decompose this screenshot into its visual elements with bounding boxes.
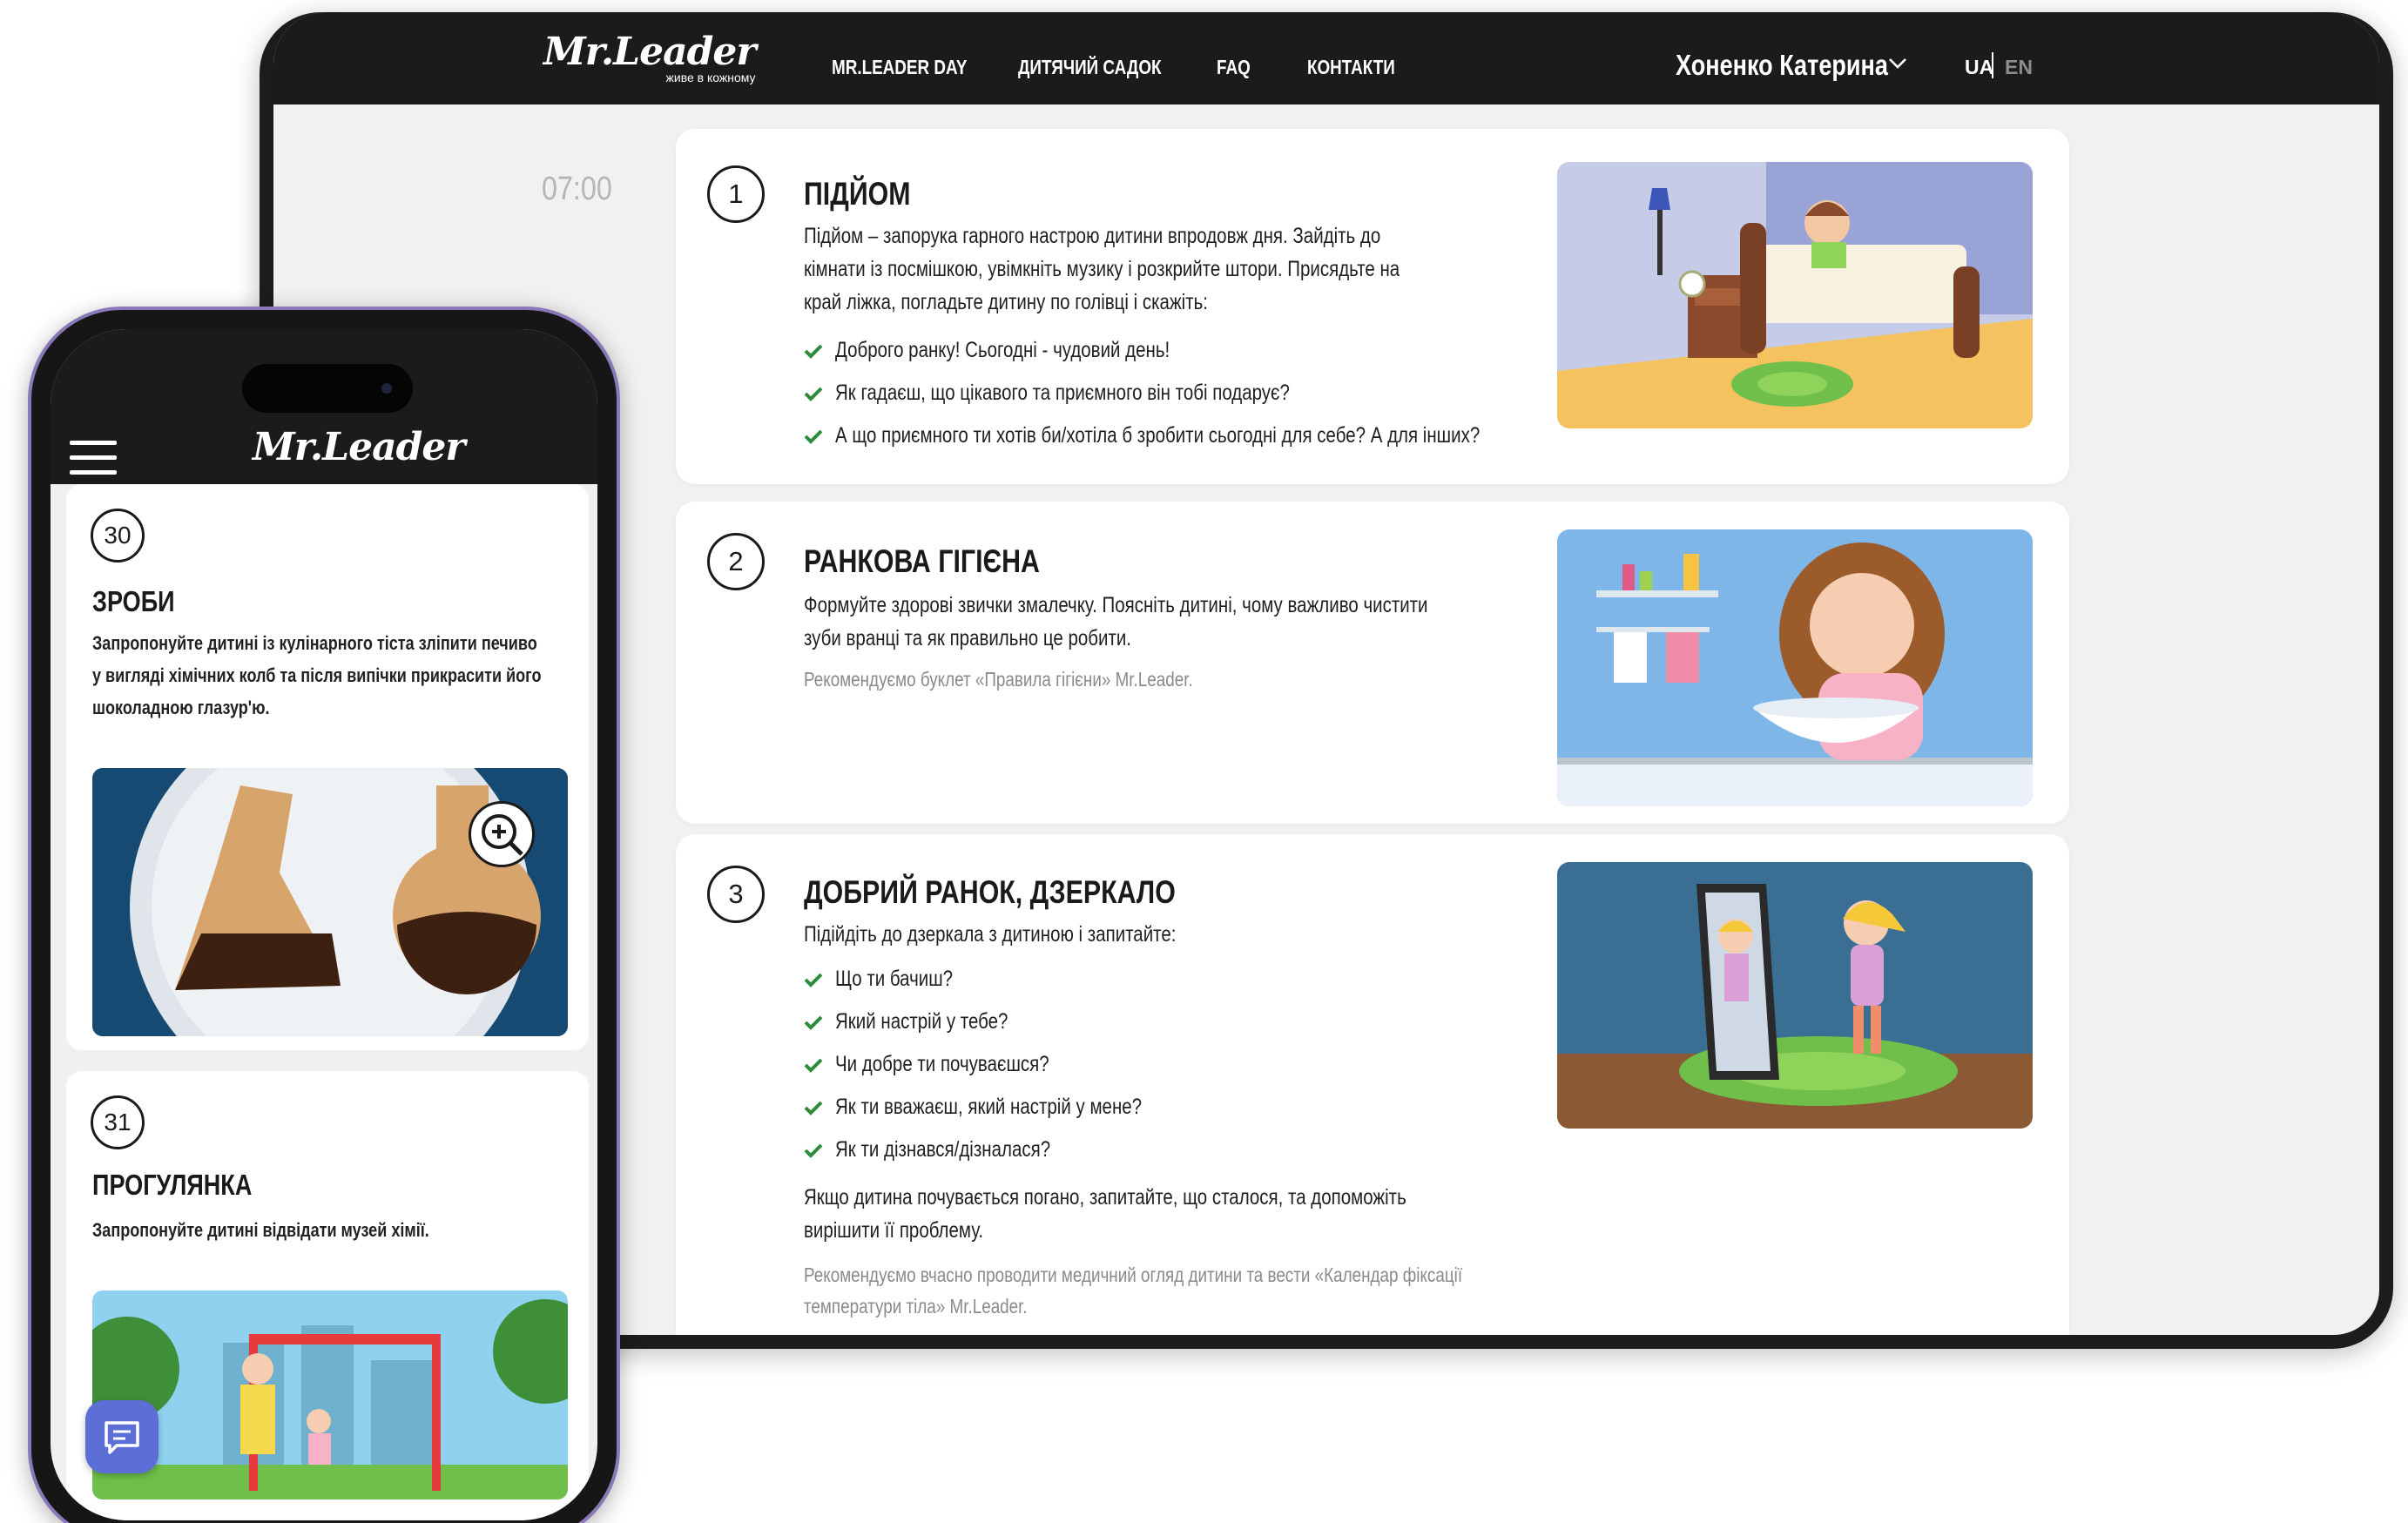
- check-icon: [804, 1058, 823, 1073]
- mirror-illustration: [1557, 862, 2033, 1129]
- schedule-time: 07:00: [542, 171, 612, 207]
- step-number: 30: [91, 509, 145, 563]
- checklist: Що ти бачиш? Який настрій у тебе? Чи доб…: [804, 958, 1209, 1171]
- logo-text: Mr.Leader: [253, 425, 466, 469]
- nav-mr-leader-day[interactable]: MR.LEADER DAY: [832, 56, 967, 79]
- card-text: Запропонуйте дитині із кулінарного тіста…: [92, 632, 542, 718]
- recommendation-text: Рекомендуємо вчасно проводити медичний о…: [804, 1264, 1463, 1317]
- logo[interactable]: Mr.Leader живе в кожному: [543, 30, 757, 84]
- activity-card: 3 ДОБРИЙ РАНОК, ДЗЕРКАЛО Підійдіть до дз…: [676, 834, 2069, 1335]
- step-number: 31: [91, 1095, 145, 1149]
- list-item: Чи добре ти почуваєшся?: [804, 1043, 1209, 1086]
- card-title: ПРОГУЛЯНКА: [92, 1169, 253, 1201]
- list-item: А що приємного ти хотів би/хотіла б зроб…: [804, 414, 1622, 457]
- dynamic-island: [242, 364, 413, 413]
- card-text: Запропонуйте дитині відвідати музей хімі…: [92, 1219, 429, 1241]
- list-item: Що ти бачиш?: [804, 958, 1209, 1001]
- menu-icon[interactable]: [70, 441, 117, 485]
- check-icon: [804, 387, 823, 401]
- nav-kindergarten[interactable]: ДИТЯЧИЙ САДОК: [1018, 56, 1162, 79]
- activity-card: 2 РАНКОВА ГІГІЄНА Формуйте здорові звичк…: [676, 502, 2069, 824]
- card-text: Формуйте здорові звички змалечку. Поясні…: [804, 593, 1428, 650]
- card-title: РАНКОВА ГІГІЄНА: [804, 543, 1040, 579]
- chat-icon[interactable]: [85, 1400, 159, 1473]
- list-item: Доброго ранку! Сьогодні - чудовий день!: [804, 329, 1622, 372]
- list-item: Який настрій у тебе?: [804, 1001, 1209, 1043]
- card-text: Підйом – запорука гарного настрою дитини…: [804, 224, 1400, 314]
- activity-card: 30 ЗРОБИ Запропонуйте дитині із кулінарн…: [66, 484, 589, 1050]
- lang-divider: [1992, 52, 1993, 78]
- user-menu[interactable]: Хоненко Катерина: [1676, 49, 1888, 82]
- phone-device: Mr.Leader 30 ЗРОБИ Запропонуйте дитині і…: [28, 307, 620, 1523]
- nav-contacts[interactable]: КОНТАКТИ: [1307, 56, 1395, 79]
- lang-en[interactable]: EN: [2005, 56, 2033, 79]
- list-item: Як ти дізнався/дізналася?: [804, 1129, 1209, 1171]
- list-item: Як ти вважаєш, який настрій у мене?: [804, 1086, 1209, 1129]
- check-icon: [804, 1101, 823, 1115]
- site-header: Mr.Leader живе в кожному MR.LEADER DAY Д…: [273, 12, 2379, 104]
- chevron-down-icon[interactable]: [1887, 52, 1908, 73]
- camera-icon: [381, 383, 392, 394]
- step-number: 1: [707, 165, 765, 223]
- hygiene-illustration: [1557, 529, 2033, 806]
- card-title: ДОБРИЙ РАНОК, ДЗЕРКАЛО: [804, 874, 1176, 910]
- activity-card: 1 ПІДЙОМ Підйом – запорука гарного настр…: [676, 129, 2069, 484]
- card-text: Підійдіть до дзеркала з дитиною і запита…: [804, 922, 1177, 947]
- card-title: ЗРОБИ: [92, 585, 175, 617]
- zoom-in-icon[interactable]: [469, 801, 535, 867]
- card-title: ПІДЙОМ: [804, 176, 911, 212]
- check-icon: [804, 1143, 823, 1158]
- phone-screen: Mr.Leader 30 ЗРОБИ Запропонуйте дитині і…: [51, 329, 597, 1520]
- step-number: 2: [707, 533, 765, 590]
- check-icon: [804, 429, 823, 444]
- step-number: 3: [707, 866, 765, 923]
- checklist: Доброго ранку! Сьогодні - чудовий день! …: [804, 329, 1622, 457]
- mobile-header: Mr.Leader: [51, 329, 597, 484]
- playground-illustration: [92, 1291, 568, 1499]
- list-item: Як гадаєш, що цікавого та приємного він …: [804, 372, 1622, 414]
- check-icon: [804, 1015, 823, 1030]
- mobile-logo[interactable]: Mr.Leader: [253, 425, 466, 469]
- card-text: Якщо дитина почувається погано, запитайт…: [804, 1185, 1406, 1243]
- check-icon: [804, 973, 823, 987]
- cookie-flasks-image[interactable]: [92, 768, 568, 1036]
- lang-ua[interactable]: UA: [1965, 56, 1993, 79]
- check-icon: [804, 344, 823, 359]
- recommendation-text: Рекомендуємо буклет «Правила гігієни» Mr…: [804, 668, 1193, 691]
- nav-faq[interactable]: FAQ: [1217, 56, 1251, 79]
- logo-text: Mr.Leader: [543, 30, 757, 74]
- bedroom-illustration: [1557, 162, 2033, 428]
